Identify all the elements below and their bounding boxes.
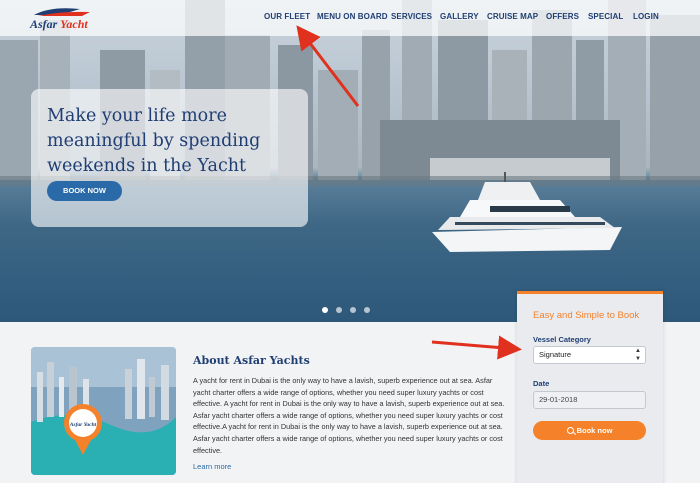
- search-icon: [566, 427, 574, 434]
- carousel-dot-3[interactable]: [350, 307, 356, 313]
- select-arrows-icon: ▲ ▼: [635, 348, 641, 362]
- book-now-button[interactable]: BOOK NOW: [47, 181, 122, 201]
- carousel-dot-4[interactable]: [364, 307, 370, 313]
- learn-more-link[interactable]: Learn more: [193, 462, 231, 471]
- date-field[interactable]: 29-01-2018: [533, 391, 646, 409]
- carousel-dots: [322, 307, 372, 315]
- vessel-category-select[interactable]: Signature ▲ ▼: [533, 346, 646, 364]
- nav-menu-on-board[interactable]: MENU ON BOARD: [317, 12, 388, 21]
- about-body: A yacht for rent in Dubai is the only wa…: [193, 376, 505, 455]
- yacht-image: [432, 172, 622, 252]
- nav-offers[interactable]: OFFERS: [546, 12, 579, 21]
- about-image: Asfar Yacht: [31, 347, 176, 475]
- booking-title: Easy and Simple to Book: [533, 310, 640, 321]
- book-now-submit-label: Book now: [576, 426, 613, 435]
- nav-our-fleet[interactable]: OUR FLEET: [264, 12, 310, 21]
- site-header: Asfar Yacht OUR FLEET MENU ON BOARD SERV…: [0, 0, 700, 36]
- nav-cruise-map[interactable]: CRUISE MAP: [487, 12, 538, 21]
- hero-card: Make your life more meaningful by spendi…: [31, 89, 308, 227]
- hero-headline: Make your life more meaningful by spendi…: [47, 106, 261, 176]
- carousel-dot-1[interactable]: [322, 307, 328, 313]
- nav-special[interactable]: SPECIAL: [588, 12, 623, 21]
- date-label: Date: [533, 379, 550, 388]
- hero-banner: Make your life more meaningful by spendi…: [0, 0, 700, 322]
- carousel-dot-2[interactable]: [336, 307, 342, 313]
- about-image-label: Asfar Yacht: [69, 422, 97, 428]
- arrow-to-vessel-category: [431, 335, 522, 360]
- nav-services[interactable]: SERVICES: [391, 12, 432, 21]
- booking-panel: Easy and Simple to Book Vessel Category …: [517, 291, 663, 483]
- main-nav: OUR FLEET MENU ON BOARD SERVICES GALLERY…: [0, 12, 700, 26]
- about-title: About Asfar Yachts: [193, 354, 310, 367]
- vessel-category-label: Vessel Category: [533, 335, 591, 344]
- nav-gallery[interactable]: GALLERY: [440, 12, 479, 21]
- nav-login[interactable]: LOGIN: [633, 12, 659, 21]
- book-now-submit-button[interactable]: Book now: [533, 421, 646, 440]
- vessel-category-value: Signature: [539, 350, 572, 359]
